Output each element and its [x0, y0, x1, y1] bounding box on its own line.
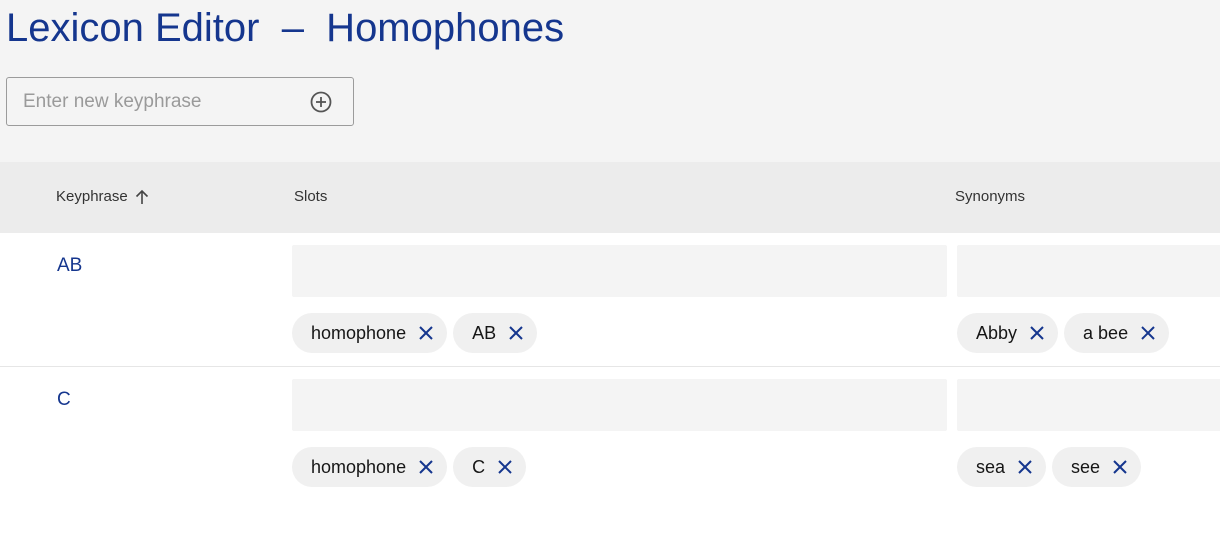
slot-tag: AB	[453, 313, 538, 353]
column-label-keyphrase: Keyphrase	[56, 188, 128, 205]
tag-label: sea	[976, 456, 1006, 477]
add-circle-icon	[310, 91, 332, 113]
tag-label: AB	[472, 322, 497, 343]
slots-input[interactable]	[292, 245, 947, 297]
tag-label: homophone	[311, 322, 407, 343]
close-icon	[1030, 326, 1044, 340]
new-keyphrase-input[interactable]	[7, 78, 313, 125]
remove-tag-button[interactable]	[494, 456, 516, 478]
synonym-tag-list: Abby a bee	[957, 313, 1170, 353]
close-icon	[1141, 326, 1155, 340]
table-row: AB homophone AB Abby a bee	[0, 233, 1220, 367]
tag-label: C	[472, 456, 486, 477]
remove-tag-button[interactable]	[505, 322, 527, 344]
close-icon	[1018, 460, 1032, 474]
slot-tag: C	[453, 447, 527, 487]
add-keyphrase-button[interactable]	[309, 90, 333, 114]
remove-tag-button[interactable]	[1026, 322, 1048, 344]
slot-tag: homophone	[292, 447, 448, 487]
synonym-tag-list: sea see	[957, 447, 1142, 487]
synonym-tag: Abby	[957, 313, 1059, 353]
keyphrase-link[interactable]: C	[57, 389, 71, 411]
tag-label: Abby	[976, 322, 1018, 343]
synonym-tag: sea	[957, 447, 1047, 487]
remove-tag-button[interactable]	[415, 456, 437, 478]
synonym-tag: a bee	[1064, 313, 1170, 353]
close-icon	[1113, 460, 1127, 474]
close-icon	[419, 326, 433, 340]
remove-tag-button[interactable]	[1014, 456, 1036, 478]
new-keyphrase-field[interactable]	[6, 77, 354, 126]
close-icon	[498, 460, 512, 474]
synonyms-input[interactable]	[957, 379, 1220, 431]
tag-label: a bee	[1083, 322, 1129, 343]
tag-label: see	[1071, 456, 1101, 477]
keyphrase-link[interactable]: AB	[57, 255, 82, 277]
synonym-tag: see	[1052, 447, 1142, 487]
arrow-up-icon	[135, 189, 148, 204]
page-title: Lexicon Editor – Homophones	[6, 6, 565, 50]
remove-tag-button[interactable]	[415, 322, 437, 344]
table-row: C homophone C sea see	[0, 367, 1220, 500]
page-header: Lexicon Editor – Homophones	[0, 0, 1220, 162]
remove-tag-button[interactable]	[1109, 456, 1131, 478]
slot-tag-list: homophone AB	[292, 313, 538, 353]
synonyms-input[interactable]	[957, 245, 1220, 297]
slot-tag-list: homophone C	[292, 447, 527, 487]
slot-tag: homophone	[292, 313, 448, 353]
close-icon	[509, 326, 523, 340]
column-header-synonyms: Synonyms	[955, 188, 1026, 205]
slots-input[interactable]	[292, 379, 947, 431]
table-header: Keyphrase Slots Synonyms	[0, 162, 1220, 233]
tag-label: homophone	[311, 456, 407, 477]
column-header-slots: Slots	[294, 188, 328, 205]
column-header-keyphrase[interactable]: Keyphrase	[56, 188, 150, 205]
close-icon	[419, 460, 433, 474]
remove-tag-button[interactable]	[1137, 322, 1159, 344]
